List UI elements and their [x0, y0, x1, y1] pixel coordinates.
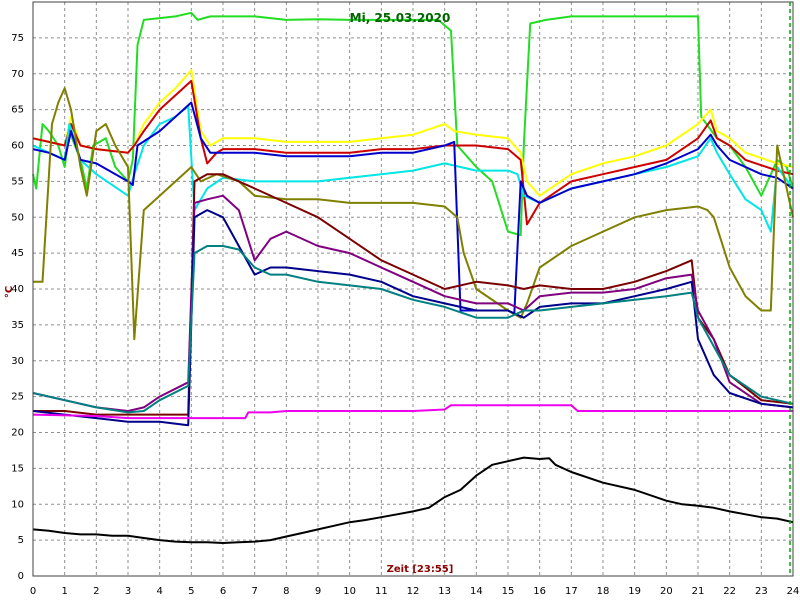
x-tick-label: 4 [156, 586, 162, 597]
y-tick-label: 60 [11, 141, 24, 152]
x-tick-label: 10 [343, 586, 356, 597]
x-tick-label: 13 [438, 586, 451, 597]
x-tick-label: 2 [93, 586, 99, 597]
x-tick-label: 5 [188, 586, 194, 597]
x-tick-label: 16 [533, 586, 546, 597]
x-tick-label: 23 [755, 586, 768, 597]
y-tick-label: 20 [11, 428, 24, 439]
y-tick-label: 35 [11, 320, 24, 331]
x-tick-label: 18 [597, 586, 610, 597]
y-tick-label: 55 [11, 176, 24, 187]
chart-background [0, 0, 800, 600]
y-axis-label: °C [4, 286, 15, 298]
y-tick-label: 45 [11, 248, 24, 259]
y-tick-label: 65 [11, 105, 24, 116]
y-tick-label: 25 [11, 392, 24, 403]
x-tick-label: 19 [628, 586, 641, 597]
x-tick-label: 12 [407, 586, 420, 597]
x-tick-label: 15 [502, 586, 515, 597]
y-tick-label: 70 [11, 69, 24, 80]
x-tick-label: 11 [375, 586, 388, 597]
x-tick-label: 1 [61, 586, 67, 597]
y-tick-label: 30 [11, 356, 24, 367]
y-tick-label: 15 [11, 463, 24, 474]
x-tick-label: 22 [723, 586, 736, 597]
x-tick-label: 20 [660, 586, 673, 597]
x-tick-label: 21 [692, 586, 705, 597]
x-tick-label: 9 [315, 586, 321, 597]
y-tick-label: 5 [18, 535, 24, 546]
y-tick-label: 10 [11, 499, 24, 510]
x-tick-label: 0 [30, 586, 36, 597]
y-tick-label: 50 [11, 212, 24, 223]
chart-title: Mi, 25.03.2020 [350, 11, 451, 25]
x-axis-label: Zeit [23:55] [387, 564, 454, 575]
x-tick-label: 8 [283, 586, 289, 597]
x-tick-label: 14 [470, 586, 483, 597]
y-tick-label: 75 [11, 33, 24, 44]
x-tick-label: 7 [251, 586, 257, 597]
temperature-chart: 0 1 2 3 4 5 6 7 8 9 10 11 12 13 14 15 16 17 18 19 20 21 22 23 24… [0, 0, 800, 600]
y-tick-label: 0 [18, 571, 24, 582]
x-tick-label: 24 [787, 586, 800, 597]
x-tick-label: 3 [125, 586, 131, 597]
x-tick-label: 17 [565, 586, 578, 597]
x-tick-label: 6 [220, 586, 226, 597]
